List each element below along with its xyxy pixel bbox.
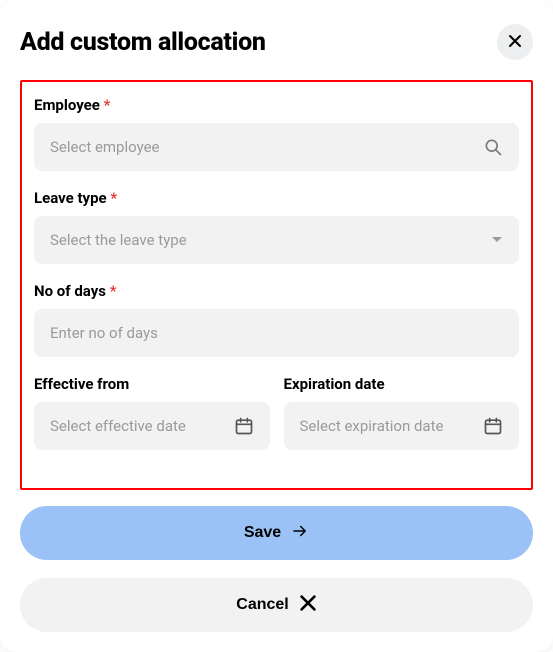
calendar-icon [483,416,503,436]
date-row: Effective from Select effective date [34,375,519,468]
form-area: Employee * Select employee Leave type [20,80,533,490]
effective-from-placeholder: Select effective date [50,417,186,435]
employee-label-text: Employee [34,96,100,114]
close-icon [508,34,522,51]
calendar-icon [234,416,254,436]
leave-type-field: Leave type * Select the leave type [34,189,519,264]
expiration-date-placeholder: Select expiration date [300,417,444,435]
leave-type-placeholder: Select the leave type [50,231,187,249]
close-icon [299,594,317,617]
expiration-date-label: Expiration date [284,375,520,393]
add-custom-allocation-dialog: Add custom allocation Employee * Select … [0,0,553,652]
required-mark: * [110,282,117,300]
leave-type-select[interactable]: Select the leave type [34,216,519,264]
expiration-date-input[interactable]: Select expiration date [284,402,520,450]
effective-from-label: Effective from [34,375,270,393]
leave-type-label: Leave type * [34,189,519,207]
no-of-days-field: No of days * Enter no of days [34,282,519,357]
employee-label: Employee * [34,96,519,114]
search-icon [483,137,503,157]
no-of-days-placeholder: Enter no of days [50,324,158,342]
cancel-button[interactable]: Cancel [20,578,533,632]
leave-type-label-text: Leave type [34,189,107,207]
employee-select[interactable]: Select employee [34,123,519,171]
no-of-days-label-text: No of days [34,282,106,300]
arrow-right-icon [291,522,309,545]
dialog-header: Add custom allocation [20,24,533,60]
effective-from-field: Effective from Select effective date [34,375,270,450]
required-mark: * [104,96,111,114]
expiration-date-field: Expiration date Select expiration date [284,375,520,468]
no-of-days-label: No of days * [34,282,519,300]
employee-placeholder: Select employee [50,138,159,156]
dialog-title: Add custom allocation [20,28,266,57]
save-button-label: Save [244,524,281,542]
required-mark: * [110,189,117,207]
no-of-days-input[interactable]: Enter no of days [34,309,519,357]
employee-field: Employee * Select employee [34,96,519,171]
chevron-down-icon [491,236,503,244]
close-button[interactable] [497,24,533,60]
save-button[interactable]: Save [20,506,533,560]
cancel-button-label: Cancel [236,596,288,614]
effective-from-input[interactable]: Select effective date [34,402,270,450]
